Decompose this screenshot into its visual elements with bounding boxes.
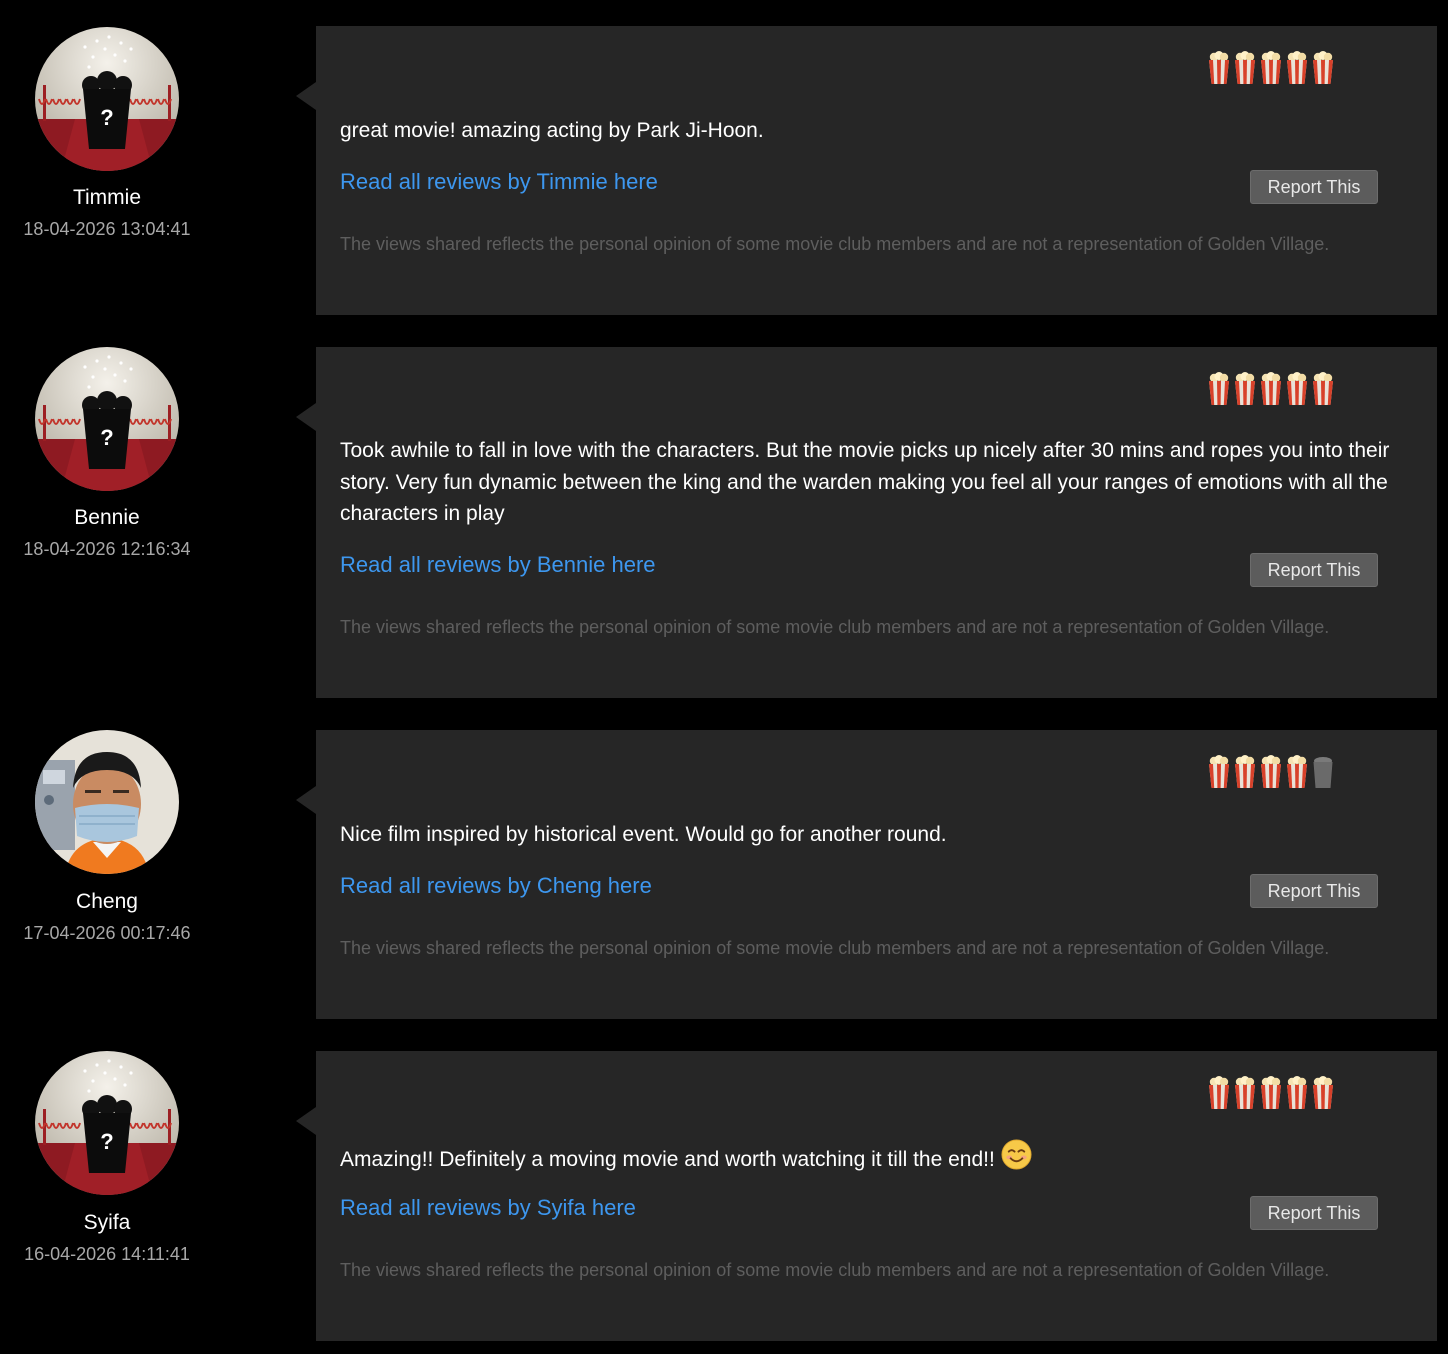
default-popcorn-avatar-icon: ?	[35, 1051, 179, 1195]
author-name: Bennie	[74, 506, 140, 529]
svg-text:?: ?	[100, 425, 113, 450]
popcorn-rating	[1207, 755, 1335, 791]
speech-bubble-pointer	[296, 1107, 316, 1135]
report-button[interactable]: Report This	[1250, 874, 1378, 908]
popcorn-filled-icon	[1235, 755, 1255, 788]
review-card: Amazing!! Definitely a moving movie and …	[296, 1051, 1437, 1341]
review-card: Took awhile to fall in love with the cha…	[296, 347, 1437, 698]
review-item: ? Bennie 18-04-2026 12:16:34 Took awhile to…	[0, 347, 1448, 698]
popcorn-filled-icon	[1261, 1076, 1281, 1109]
popcorn-filled-icon	[1209, 755, 1229, 788]
review-disclaimer: The views shared reflects the personal o…	[340, 938, 1330, 958]
popcorn-filled-icon	[1235, 372, 1255, 405]
review-text-content: Nice film inspired by historical event. …	[340, 823, 947, 846]
review-date: 17-04-2026 00:17:46	[23, 923, 191, 943]
author-name: Timmie	[72, 186, 142, 209]
popcorn-filled-icon	[1287, 51, 1307, 84]
review-text: Amazing!! Definitely a moving movie and …	[340, 1139, 1420, 1176]
report-button[interactable]: Report This	[1250, 553, 1378, 587]
review-item: ? Syifa 16-04-2026 14:11:41 Amazing!! Defin…	[0, 1051, 1448, 1341]
author-name: Cheng	[76, 890, 138, 913]
review-card: great movie! amazing acting by Park Ji-H…	[296, 26, 1437, 315]
review-date: 18-04-2026 13:04:41	[23, 219, 191, 239]
default-popcorn-avatar-icon: ?	[35, 347, 179, 491]
popcorn-filled-icon	[1313, 51, 1333, 84]
review-item: Cheng 17-04-2026 00:17:46 Nice film inspir…	[0, 730, 1448, 1019]
popcorn-filled-icon	[1261, 51, 1281, 84]
popcorn-filled-icon	[1313, 1076, 1333, 1109]
popcorn-rating	[1207, 51, 1335, 87]
review-card: Nice film inspired by historical event. …	[296, 730, 1437, 1019]
review-disclaimer: The views shared reflects the personal o…	[340, 234, 1330, 254]
review-text-content: Amazing!! Definitely a moving movie and …	[340, 1148, 995, 1171]
reviews-list: ? Timmie 18-04-2026 13:04:41 great movie! a…	[0, 0, 1448, 1354]
review-date: 18-04-2026 12:16:34	[23, 539, 191, 559]
popcorn-filled-icon	[1209, 1076, 1229, 1109]
popcorn-filled-icon	[1287, 755, 1307, 788]
default-popcorn-avatar-icon: ?	[35, 27, 179, 171]
popcorn-filled-icon	[1209, 372, 1229, 405]
author-name: Syifa	[83, 1211, 131, 1234]
review-item: ? Timmie 18-04-2026 13:04:41 great movie! a…	[0, 26, 1448, 315]
review-disclaimer: The views shared reflects the personal o…	[340, 617, 1330, 637]
svg-text:?: ?	[100, 1129, 113, 1154]
popcorn-filled-icon	[1235, 51, 1255, 84]
popcorn-filled-icon	[1287, 1076, 1307, 1109]
popcorn-filled-icon	[1235, 1076, 1255, 1109]
review-text: great movie! amazing acting by Park Ji-H…	[340, 115, 1420, 147]
popcorn-rating	[1207, 1076, 1335, 1112]
speech-bubble-pointer	[296, 403, 316, 431]
review-date: 16-04-2026 14:11:41	[24, 1244, 190, 1264]
popcorn-filled-icon	[1261, 372, 1281, 405]
read-all-reviews-link[interactable]: Read all reviews by Syifa here	[340, 1195, 636, 1221]
speech-bubble-pointer	[296, 786, 316, 814]
popcorn-filled-icon	[1209, 51, 1229, 84]
report-button[interactable]: Report This	[1250, 170, 1378, 204]
svg-text:?: ?	[100, 105, 113, 130]
popcorn-filled-icon	[1313, 372, 1333, 405]
read-all-reviews-link[interactable]: Read all reviews by Bennie here	[340, 552, 656, 578]
popcorn-empty-icon	[1313, 757, 1333, 788]
review-text: Took awhile to fall in love with the cha…	[340, 435, 1420, 530]
user-photo-avatar	[35, 730, 179, 874]
read-all-reviews-link[interactable]: Read all reviews by Cheng here	[340, 873, 652, 899]
smiling-face-emoji-icon	[995, 1139, 1032, 1171]
report-button[interactable]: Report This	[1250, 1196, 1378, 1230]
review-disclaimer: The views shared reflects the personal o…	[340, 1260, 1330, 1280]
review-text-content: Took awhile to fall in love with the cha…	[340, 439, 1390, 525]
review-text-content: great movie! amazing acting by Park Ji-H…	[340, 119, 764, 142]
popcorn-filled-icon	[1261, 755, 1281, 788]
popcorn-rating	[1207, 372, 1335, 408]
read-all-reviews-link[interactable]: Read all reviews by Timmie here	[340, 169, 658, 195]
review-text: Nice film inspired by historical event. …	[340, 819, 1420, 851]
popcorn-filled-icon	[1287, 372, 1307, 405]
speech-bubble-pointer	[296, 82, 316, 110]
